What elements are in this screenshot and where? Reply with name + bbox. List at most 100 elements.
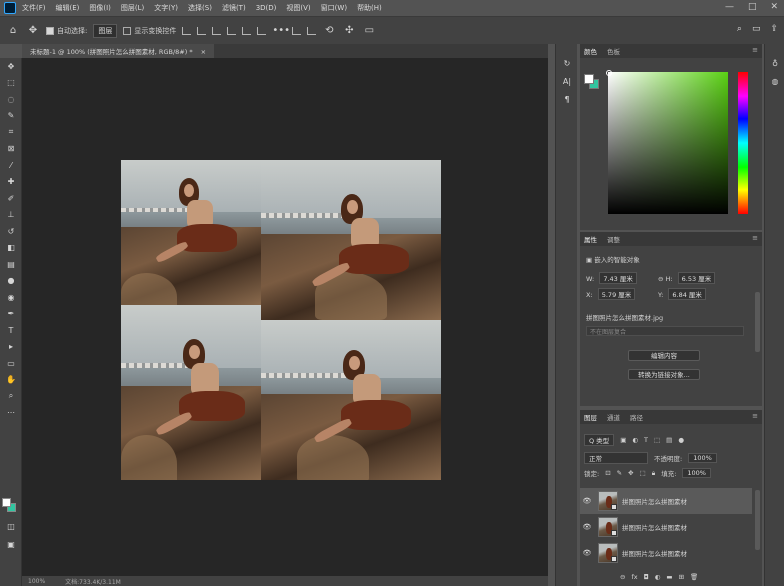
pen-tool-icon[interactable]: ✒ bbox=[0, 306, 22, 323]
marquee-tool-icon[interactable]: ⬚ bbox=[0, 75, 22, 92]
lock-all-icon[interactable]: 🔒︎ bbox=[652, 469, 655, 478]
path-select-icon[interactable]: ▸ bbox=[0, 339, 22, 356]
panel-menu-icon[interactable]: ≡ bbox=[752, 46, 758, 54]
opacity-field[interactable]: 100% bbox=[688, 453, 717, 463]
foreground-color-swatch[interactable] bbox=[584, 74, 594, 84]
share-icon[interactable]: ⇪ bbox=[770, 24, 778, 34]
quick-mask-icon[interactable]: ◫ bbox=[0, 518, 22, 535]
distribute-icon[interactable] bbox=[292, 26, 302, 35]
panel-menu-icon[interactable]: ≡ bbox=[752, 412, 758, 420]
layer-name[interactable]: 拼图照片怎么拼图素材 bbox=[622, 548, 687, 558]
collage-photo-top-left[interactable] bbox=[121, 160, 261, 305]
maximize-button[interactable]: □ bbox=[748, 2, 757, 12]
lock-position-icon[interactable]: ✥ bbox=[628, 469, 633, 477]
checkbox-box[interactable] bbox=[46, 26, 54, 35]
align-center-icon[interactable] bbox=[197, 26, 207, 35]
quick-select-tool-icon[interactable]: ✎ bbox=[0, 108, 22, 125]
history-brush-icon[interactable]: ↺ bbox=[0, 223, 22, 240]
crop-tool-icon[interactable]: ⌗ bbox=[0, 124, 22, 141]
eyedropper-tool-icon[interactable]: ⁄ bbox=[0, 157, 22, 174]
workspace-icon[interactable]: ▭ bbox=[752, 24, 761, 34]
filter-pixel-icon[interactable]: ▣ bbox=[620, 436, 626, 444]
link-icon[interactable]: ⊖ bbox=[658, 275, 666, 283]
add-mask-icon[interactable]: ◘ bbox=[644, 573, 649, 581]
menu-select[interactable]: 选择(S) bbox=[188, 3, 212, 13]
height-field[interactable]: 6.53 厘米 bbox=[677, 272, 716, 284]
collage-photo-bottom-left[interactable] bbox=[121, 305, 261, 480]
document-canvas[interactable] bbox=[121, 160, 441, 480]
foreground-color-swatch[interactable] bbox=[2, 498, 11, 507]
color-saturation-field[interactable] bbox=[608, 72, 728, 214]
auto-select-dropdown[interactable]: 图层 bbox=[93, 23, 118, 38]
rectangle-tool-icon[interactable]: ▭ bbox=[0, 355, 22, 372]
new-layer-icon[interactable]: ⊞ bbox=[679, 573, 684, 581]
filter-adjust-icon[interactable]: ◐ bbox=[632, 436, 638, 444]
filter-toggle-icon[interactable]: ● bbox=[678, 436, 684, 444]
color-picker-cursor[interactable] bbox=[606, 70, 612, 76]
layer-row[interactable]: 👁︎ 拼图照片怎么拼图素材 bbox=[580, 540, 752, 566]
clone-stamp-icon[interactable]: ⊥ bbox=[0, 207, 22, 224]
move-tool-icon[interactable]: ✥ bbox=[26, 25, 40, 36]
y-field[interactable]: 6.84 厘米 bbox=[668, 288, 706, 300]
link-layers-icon[interactable]: ⊖ bbox=[620, 573, 625, 581]
fx-icon[interactable]: fx bbox=[631, 573, 637, 581]
menu-image[interactable]: 图像(I) bbox=[89, 3, 111, 13]
move-tool-icon[interactable]: ✥ bbox=[0, 58, 22, 75]
filter-shape-icon[interactable]: ⬚ bbox=[654, 436, 660, 444]
tab-properties[interactable]: 属性 bbox=[584, 234, 597, 244]
x-field[interactable]: 5.79 厘米 bbox=[597, 288, 636, 300]
brush-tool-icon[interactable]: ✐ bbox=[0, 190, 22, 207]
blend-mode-dropdown[interactable]: 正常 bbox=[584, 452, 648, 464]
3d-pan-icon[interactable]: ✣ bbox=[342, 25, 356, 36]
align-bottom-icon[interactable] bbox=[257, 26, 267, 35]
lock-artboard-icon[interactable]: ⬚ bbox=[640, 469, 646, 477]
layers-scrollbar[interactable] bbox=[755, 490, 760, 550]
fill-field[interactable]: 100% bbox=[682, 468, 711, 478]
layer-name[interactable]: 拼图照片怎么拼图素材 bbox=[622, 522, 687, 532]
paragraph-panel-icon[interactable]: ¶ bbox=[556, 90, 578, 108]
menu-window[interactable]: 窗口(W) bbox=[321, 3, 347, 13]
menu-layer[interactable]: 图层(L) bbox=[121, 3, 144, 13]
layer-comp-dropdown[interactable]: 不在图层复合 bbox=[586, 326, 744, 336]
menu-3d[interactable]: 3D(D) bbox=[256, 4, 277, 12]
collage-photo-top-right[interactable] bbox=[261, 160, 441, 320]
new-group-icon[interactable]: ▬ bbox=[666, 573, 672, 581]
eye-icon[interactable]: 👁︎ bbox=[580, 549, 594, 557]
document-tab[interactable]: 未标题-1 @ 100% (拼图照片怎么拼图素材, RGB/8#) * × bbox=[22, 44, 215, 58]
learn-icon[interactable]: ♁ bbox=[765, 54, 784, 72]
menu-type[interactable]: 文字(Y) bbox=[154, 3, 178, 13]
align-top-icon[interactable] bbox=[227, 26, 237, 35]
menu-view[interactable]: 视图(V) bbox=[286, 3, 310, 13]
convert-to-linked-button[interactable]: 转换为链接对象... bbox=[628, 369, 700, 380]
edit-contents-button[interactable]: 编辑内容 bbox=[628, 350, 700, 361]
show-transform-checkbox[interactable]: 显示变换控件 bbox=[123, 26, 176, 36]
close-document-icon[interactable]: × bbox=[201, 48, 206, 56]
tab-layers[interactable]: 图层 bbox=[584, 412, 597, 422]
menu-file[interactable]: 文件(F) bbox=[22, 3, 46, 13]
home-icon[interactable]: ⌂ bbox=[6, 25, 20, 36]
layer-name[interactable]: 拼图照片怎么拼图素材 bbox=[622, 496, 687, 506]
properties-scrollbar[interactable] bbox=[755, 292, 760, 352]
screen-mode-icon[interactable]: ▣ bbox=[0, 536, 22, 553]
libraries-icon[interactable]: ◍ bbox=[765, 72, 784, 90]
character-panel-icon[interactable]: A| bbox=[556, 72, 578, 90]
tab-channels[interactable]: 通道 bbox=[607, 412, 620, 422]
tab-adjustments[interactable]: 调整 bbox=[607, 234, 620, 244]
search-icon[interactable]: ⌕ bbox=[737, 24, 742, 34]
gradient-tool-icon[interactable]: ▤ bbox=[0, 256, 22, 273]
delete-layer-icon[interactable]: 🗑︎ bbox=[690, 573, 698, 581]
menu-filter[interactable]: 滤镜(T) bbox=[222, 3, 246, 13]
filter-type-icon[interactable]: T bbox=[644, 436, 648, 444]
eye-icon[interactable]: 👁︎ bbox=[580, 523, 594, 531]
more-options-button[interactable]: ••• bbox=[272, 25, 290, 36]
3d-camera-icon[interactable]: ▭ bbox=[362, 25, 376, 36]
healing-brush-icon[interactable]: ✚ bbox=[0, 174, 22, 191]
type-tool-icon[interactable]: T bbox=[0, 322, 22, 339]
menu-edit[interactable]: 编辑(E) bbox=[56, 3, 80, 13]
close-window-button[interactable]: ✕ bbox=[770, 2, 778, 12]
hue-slider[interactable] bbox=[738, 72, 748, 214]
auto-select-checkbox[interactable]: 自动选择: bbox=[46, 26, 87, 36]
zoom-level[interactable]: 100% bbox=[28, 578, 45, 585]
adjustment-layer-icon[interactable]: ◐ bbox=[655, 573, 661, 581]
minimize-button[interactable]: — bbox=[725, 2, 734, 12]
